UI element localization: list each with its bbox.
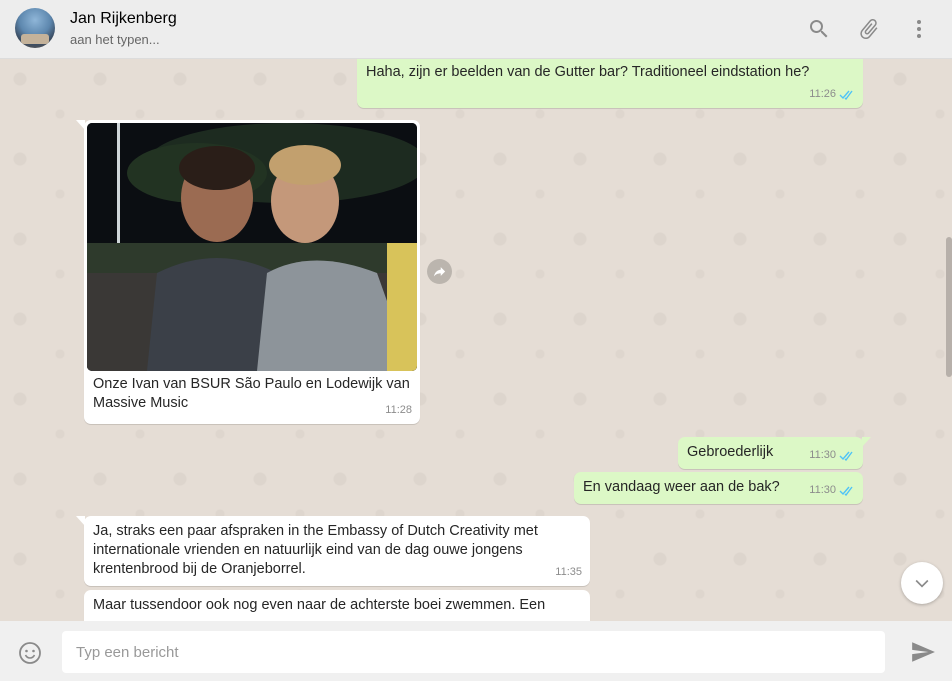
read-ticks-icon xyxy=(839,451,853,461)
message-time: 11:30 xyxy=(809,484,836,496)
bubble-tail xyxy=(76,120,85,130)
send-icon[interactable] xyxy=(910,639,936,665)
chevron-down-icon xyxy=(915,579,929,588)
read-ticks-icon xyxy=(839,90,853,100)
message-meta: 11:30 xyxy=(809,481,855,500)
chat-area[interactable]: Haha, zijn er beelden van de Gutter bar?… xyxy=(0,59,952,621)
message-meta: 11:35 xyxy=(555,563,582,582)
message-time: 11:30 xyxy=(809,449,836,461)
message-bubble-incoming-image[interactable]: Onze Ivan van BSUR São Paulo en Lodewijk… xyxy=(76,120,420,424)
message-meta: 11:30 xyxy=(809,446,855,465)
message-bubble-incoming[interactable]: Maar tussendoor ook nog even naar de ach… xyxy=(84,590,590,621)
forward-button[interactable] xyxy=(427,259,452,284)
contact-status: aan het typen... xyxy=(70,32,160,47)
message-time: 11:35 xyxy=(555,566,582,578)
photo-caption: Onze Ivan van BSUR São Paulo en Lodewijk… xyxy=(93,376,410,411)
message-input[interactable] xyxy=(62,631,885,673)
forward-icon xyxy=(433,267,446,277)
message-time: 11:26 xyxy=(809,88,836,100)
message-text: Ja, straks een paar afspraken in the Emb… xyxy=(93,523,538,577)
message-text: Maar tussendoor ook nog even naar de ach… xyxy=(93,597,546,613)
emoji-icon[interactable] xyxy=(18,641,42,665)
composer-bar xyxy=(0,621,952,681)
scroll-down-button[interactable] xyxy=(901,562,943,604)
message-bubble-outgoing[interactable]: Gebroederlijk 11:30 xyxy=(678,437,871,469)
contact-name[interactable]: Jan Rijkenberg xyxy=(70,10,177,28)
photo-image xyxy=(87,123,417,371)
chat-scrollbar[interactable] xyxy=(946,237,952,377)
message-meta: 11:28 xyxy=(385,401,412,420)
message-photo[interactable] xyxy=(87,123,417,371)
bubble-tail xyxy=(862,437,871,447)
menu-icon[interactable] xyxy=(907,17,931,41)
message-bubble-outgoing[interactable]: Haha, zijn er beelden van de Gutter bar?… xyxy=(357,59,863,108)
search-icon[interactable] xyxy=(807,17,831,41)
message-meta: 11:26 xyxy=(809,85,855,104)
chat-header: Jan Rijkenberg aan het typen... xyxy=(0,0,952,59)
message-text: Gebroederlijk xyxy=(687,444,774,460)
message-time: 11:28 xyxy=(385,404,412,416)
message-bubble-outgoing[interactable]: En vandaag weer aan de bak? 11:30 xyxy=(574,472,863,504)
attach-icon[interactable] xyxy=(857,17,881,41)
message-text: Haha, zijn er beelden van de Gutter bar?… xyxy=(366,64,810,80)
read-ticks-icon xyxy=(839,486,853,496)
message-bubble-incoming[interactable]: Ja, straks een paar afspraken in the Emb… xyxy=(76,516,590,586)
contact-avatar[interactable] xyxy=(15,8,55,48)
message-text: En vandaag weer aan de bak? xyxy=(583,479,780,495)
bubble-tail xyxy=(76,516,85,526)
